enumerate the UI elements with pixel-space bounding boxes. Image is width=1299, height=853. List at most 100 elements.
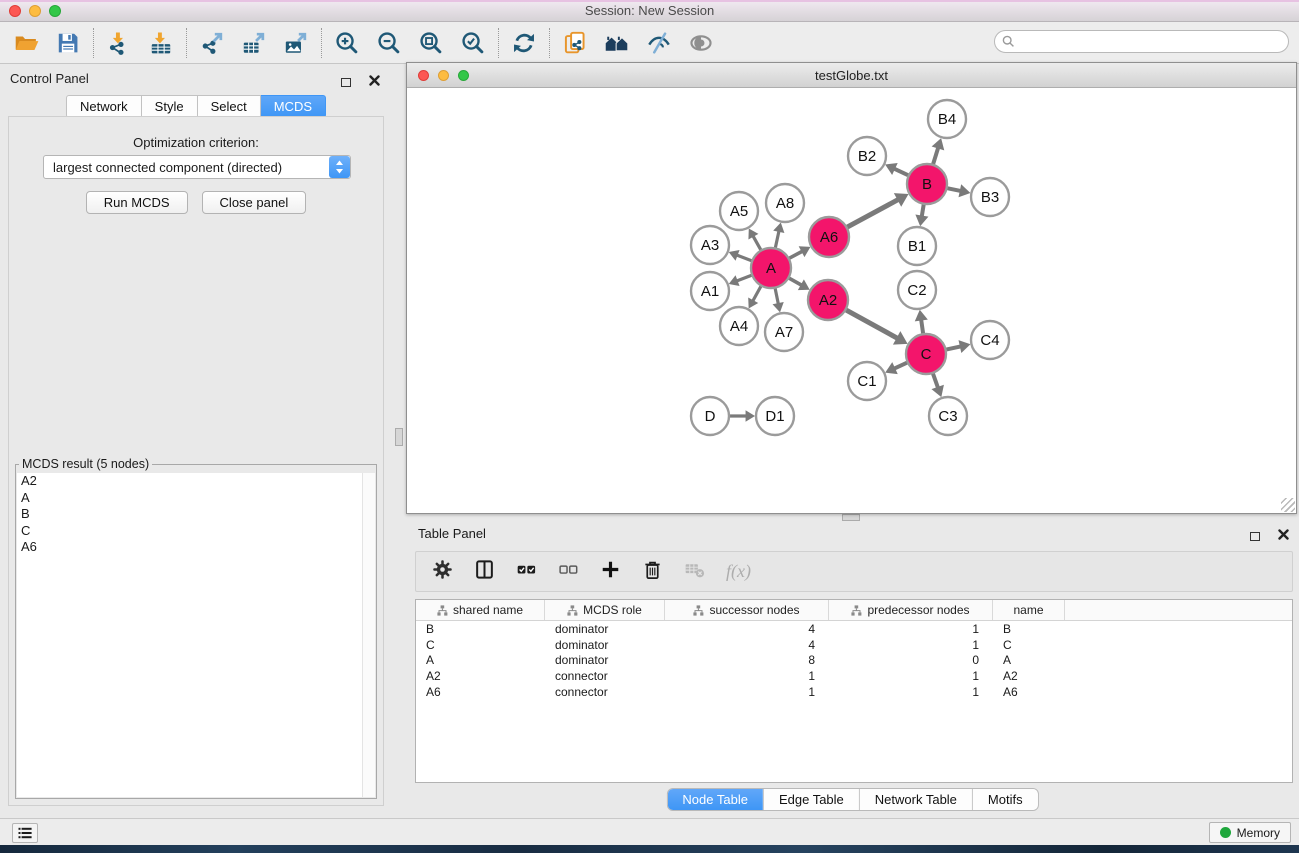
cell[interactable]: C	[416, 638, 545, 652]
close-window-button[interactable]	[9, 5, 21, 17]
column-header-MCDS-role[interactable]: MCDS role	[545, 600, 665, 620]
graph-node-A7[interactable]: A7	[765, 313, 803, 351]
graph-node-A[interactable]: A	[751, 248, 791, 288]
graph-node-A1[interactable]: A1	[691, 272, 729, 310]
graph-node-C4[interactable]: C4	[971, 321, 1009, 359]
close-panel-button[interactable]: Close panel	[202, 191, 307, 214]
graph-node-B2[interactable]: B2	[848, 137, 886, 175]
graph-node-A5[interactable]: A5	[720, 192, 758, 230]
cell[interactable]: B	[416, 622, 545, 636]
duplicate-network-button[interactable]	[561, 29, 589, 57]
refresh-view-button[interactable]	[510, 29, 538, 57]
table-row-b[interactable]: Bdominator41B	[416, 621, 1292, 637]
cell[interactable]: connector	[545, 685, 665, 699]
cell[interactable]: A	[416, 653, 545, 667]
cell[interactable]: A2	[993, 669, 1065, 683]
tab-node-table[interactable]: Node Table	[667, 789, 763, 810]
result-list-scrollbar[interactable]	[362, 473, 375, 797]
delete-column-button[interactable]	[642, 559, 663, 585]
cell[interactable]: A	[993, 653, 1065, 667]
export-image-button[interactable]	[282, 29, 310, 57]
criterion-select[interactable]: largest connected component (directed)	[43, 155, 351, 179]
tab-style[interactable]: Style	[142, 95, 198, 118]
network-window-titlebar[interactable]: testGlobe.txt	[407, 63, 1296, 88]
column-header-shared-name[interactable]: shared name	[416, 600, 545, 620]
cell[interactable]: dominator	[545, 622, 665, 636]
graph-node-B4[interactable]: B4	[928, 100, 966, 138]
graph-node-A3[interactable]: A3	[691, 226, 729, 264]
graph-node-C3[interactable]: C3	[929, 397, 967, 435]
close-panel-icon[interactable]	[369, 73, 380, 91]
cell[interactable]: C	[993, 638, 1065, 652]
cell[interactable]: 0	[829, 653, 993, 667]
close-table-panel-icon[interactable]	[1278, 527, 1289, 545]
export-table-button[interactable]	[240, 29, 268, 57]
graph-node-B3[interactable]: B3	[971, 178, 1009, 216]
network-minimize-button[interactable]	[438, 70, 449, 81]
network-graph[interactable]: B4B2BB3B1A5A8A6A3AA1A2C2A4A7C4CC1C3DD1	[407, 88, 1296, 513]
tab-motifs[interactable]: Motifs	[972, 789, 1038, 810]
tab-edge-table[interactable]: Edge Table	[763, 789, 859, 810]
hide-graphics-details-button[interactable]	[645, 29, 673, 57]
table-row-a6[interactable]: A6connector11A6	[416, 684, 1292, 700]
tab-select[interactable]: Select	[198, 95, 261, 118]
cell[interactable]: 1	[829, 669, 993, 683]
graph-node-A6[interactable]: A6	[809, 217, 849, 257]
zoom-in-button[interactable]	[333, 29, 361, 57]
zoom-out-button[interactable]	[375, 29, 403, 57]
import-network-button[interactable]	[105, 29, 133, 57]
cell[interactable]: A6	[993, 685, 1065, 699]
cell[interactable]: 4	[665, 622, 829, 636]
network-close-button[interactable]	[418, 70, 429, 81]
cell[interactable]: A6	[416, 685, 545, 699]
result-item-a[interactable]: A	[17, 490, 375, 507]
minimize-window-button[interactable]	[29, 5, 41, 17]
zoom-selected-button[interactable]	[459, 29, 487, 57]
cell[interactable]: 1	[829, 685, 993, 699]
cell[interactable]: A2	[416, 669, 545, 683]
graph-node-A8[interactable]: A8	[766, 184, 804, 222]
delete-table-button[interactable]	[684, 559, 705, 585]
table-row-c[interactable]: Cdominator41C	[416, 637, 1292, 653]
run-mcds-button[interactable]: Run MCDS	[86, 191, 188, 214]
cell[interactable]: dominator	[545, 653, 665, 667]
column-header-successor-nodes[interactable]: successor nodes	[665, 600, 829, 620]
cell[interactable]: 8	[665, 653, 829, 667]
network-zoom-button[interactable]	[458, 70, 469, 81]
show-all-networks-button[interactable]	[603, 29, 631, 57]
column-header-predecessor-nodes[interactable]: predecessor nodes	[829, 600, 993, 620]
tab-network[interactable]: Network	[66, 95, 142, 118]
zoom-window-button[interactable]	[49, 5, 61, 17]
graph-node-A4[interactable]: A4	[720, 307, 758, 345]
graph-node-A2[interactable]: A2	[808, 280, 848, 320]
graph-node-D1[interactable]: D1	[756, 397, 794, 435]
cell[interactable]: connector	[545, 669, 665, 683]
select-all-button[interactable]	[516, 559, 537, 585]
result-item-b[interactable]: B	[17, 506, 375, 523]
task-history-button[interactable]	[12, 823, 38, 843]
graph-node-C2[interactable]: C2	[898, 271, 936, 309]
result-item-a2[interactable]: A2	[17, 473, 375, 490]
split-table-button[interactable]	[474, 559, 495, 585]
open-session-button[interactable]	[12, 29, 40, 57]
tab-network-table[interactable]: Network Table	[859, 789, 972, 810]
bird-view-button[interactable]	[687, 29, 715, 57]
cell[interactable]: 1	[665, 669, 829, 683]
cell[interactable]: 4	[665, 638, 829, 652]
cell[interactable]: dominator	[545, 638, 665, 652]
import-table-button[interactable]	[147, 29, 175, 57]
add-column-button[interactable]	[600, 559, 621, 585]
deselect-all-button[interactable]	[558, 559, 579, 585]
window-resize-grip[interactable]	[1281, 498, 1295, 512]
graph-node-C[interactable]: C	[906, 334, 946, 374]
table-row-a[interactable]: Adominator80A	[416, 653, 1292, 669]
result-item-a6[interactable]: A6	[17, 539, 375, 556]
graph-node-B[interactable]: B	[907, 164, 947, 204]
float-panel-icon[interactable]	[341, 78, 351, 87]
search-input[interactable]	[1015, 35, 1288, 49]
column-settings-button[interactable]	[432, 559, 453, 585]
cell[interactable]: 1	[665, 685, 829, 699]
column-header-name[interactable]: name	[993, 600, 1065, 620]
graph-node-D[interactable]: D	[691, 397, 729, 435]
cell[interactable]: B	[993, 622, 1065, 636]
